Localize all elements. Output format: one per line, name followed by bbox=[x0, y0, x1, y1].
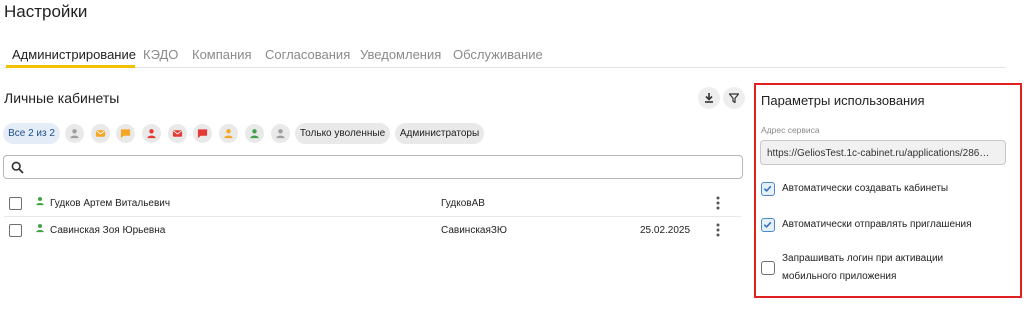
filter-chip-mail-red[interactable] bbox=[168, 124, 187, 143]
tab-kedo[interactable]: КЭДО bbox=[143, 47, 178, 62]
person-icon bbox=[147, 129, 156, 139]
filter-chip-person-gray[interactable] bbox=[65, 124, 84, 143]
mail-icon bbox=[172, 130, 183, 137]
panel-title: Параметры использования bbox=[761, 93, 925, 108]
tab-notifications[interactable]: Уведомления bbox=[360, 47, 441, 62]
service-address-label: Адрес сервиса bbox=[761, 125, 820, 135]
person-icon bbox=[224, 129, 233, 139]
checkmark-icon bbox=[763, 221, 772, 229]
person-icon bbox=[36, 224, 44, 233]
search-field[interactable] bbox=[3, 155, 743, 179]
person-icon bbox=[36, 197, 44, 206]
employee-login: ГудковАВ bbox=[441, 198, 485, 209]
row-checkbox[interactable] bbox=[9, 197, 22, 210]
chat-icon bbox=[197, 129, 208, 139]
search-icon bbox=[11, 161, 24, 174]
tab-maintenance[interactable]: Обслуживание bbox=[453, 47, 543, 62]
employee-name: Савинская Зоя Юрьевна bbox=[50, 225, 166, 236]
download-button[interactable] bbox=[698, 87, 720, 109]
more-vertical-icon[interactable] bbox=[711, 194, 725, 212]
filter-chip-person-red[interactable] bbox=[142, 124, 161, 143]
checkmark-icon bbox=[763, 185, 772, 193]
person-icon bbox=[276, 129, 285, 139]
service-address-field[interactable] bbox=[760, 140, 1006, 165]
filter-button[interactable] bbox=[723, 87, 745, 109]
more-vertical-icon[interactable] bbox=[711, 221, 725, 239]
employee-name: Гудков Артем Витальевич bbox=[50, 198, 171, 209]
filter-chip-admins[interactable]: Администраторы bbox=[395, 123, 484, 144]
section-title: Личные кабинеты bbox=[4, 90, 120, 106]
table-row[interactable]: Гудков Артем Витальевич ГудковАВ bbox=[4, 191, 741, 217]
download-icon bbox=[705, 93, 713, 103]
person-icon bbox=[250, 129, 259, 139]
filter-chip-all[interactable]: Все 2 из 2 bbox=[3, 123, 60, 144]
auto-invite-label: Автоматически отправлять приглашения bbox=[782, 219, 972, 230]
employee-date: 25.02.2025 bbox=[640, 225, 691, 236]
usage-params-panel: Параметры использования Адрес сервиса Ав… bbox=[754, 83, 1022, 298]
request-login-label-line1: Запрашивать логин при активации bbox=[782, 253, 944, 264]
auto-invite-checkbox[interactable] bbox=[761, 218, 775, 232]
filter-chip-person-orange[interactable] bbox=[219, 124, 238, 143]
request-login-checkbox[interactable] bbox=[761, 261, 775, 275]
tab-company[interactable]: Компания bbox=[192, 47, 252, 62]
service-address-input[interactable] bbox=[767, 146, 1001, 160]
filter-chip-person-gray-2[interactable] bbox=[271, 124, 290, 143]
tab-administration[interactable]: Администрирование bbox=[12, 47, 136, 62]
filter-icon bbox=[728, 93, 740, 104]
auto-create-label: Автоматически создавать кабинеты bbox=[782, 183, 949, 194]
tab-approvals[interactable]: Согласования bbox=[265, 47, 350, 62]
auto-create-checkbox[interactable] bbox=[761, 182, 775, 196]
table-row[interactable]: Савинская Зоя Юрьевна СавинскаяЗЮ 25.02.… bbox=[4, 218, 741, 244]
filter-chip-chat-red[interactable] bbox=[193, 124, 212, 143]
tab-bar: Администрирование КЭДО Компания Согласов… bbox=[4, 40, 1006, 68]
mail-icon bbox=[95, 130, 106, 137]
person-icon bbox=[70, 129, 79, 139]
page-title: Настройки bbox=[4, 2, 88, 21]
chat-icon bbox=[120, 129, 131, 139]
filter-chip-chat-orange[interactable] bbox=[116, 124, 135, 143]
filter-chip-person-green[interactable] bbox=[245, 124, 264, 143]
request-login-label-line2: мобильного приложения bbox=[782, 271, 897, 282]
filter-chip-mail-orange[interactable] bbox=[91, 124, 110, 143]
filter-chip-fired-only[interactable]: Только уволенные bbox=[295, 123, 390, 144]
row-checkbox[interactable] bbox=[9, 224, 22, 237]
search-input[interactable] bbox=[30, 159, 730, 175]
active-tab-indicator bbox=[6, 65, 135, 68]
employee-login: СавинскаяЗЮ bbox=[441, 225, 508, 236]
